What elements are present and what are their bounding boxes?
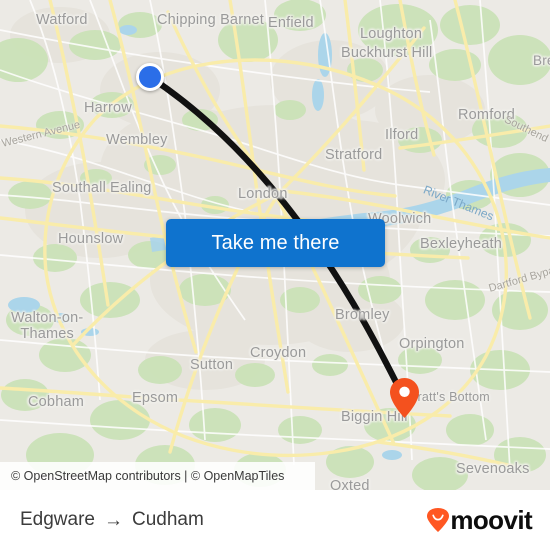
route-summary: Edgware → Cudham — [20, 509, 204, 531]
arrow-right-icon: → — [104, 509, 123, 531]
take-me-there-button[interactable]: Take me there — [166, 219, 385, 267]
attribution-text[interactable]: © OpenStreetMap contributors | © OpenMap… — [11, 469, 284, 483]
route-destination-label: Cudham — [132, 509, 204, 530]
map-canvas[interactable]: Watford Chipping Barnet Enfield Loughton Buc… — [0, 0, 550, 490]
origin-dot-icon[interactable] — [136, 63, 164, 91]
footer-bar: Edgware → Cudham moovit — [0, 490, 550, 550]
moovit-logo[interactable]: moovit — [427, 505, 533, 535]
map-attribution-bar: © OpenStreetMap contributors | © OpenMap… — [0, 462, 315, 490]
moovit-wordmark: moovit — [450, 505, 532, 535]
moovit-pin-icon — [427, 508, 450, 532]
destination-pin-icon[interactable] — [390, 378, 419, 418]
moovit-route-screen: Watford Chipping Barnet Enfield Loughton Buc… — [0, 0, 550, 550]
route-origin-label: Edgware — [20, 509, 95, 530]
